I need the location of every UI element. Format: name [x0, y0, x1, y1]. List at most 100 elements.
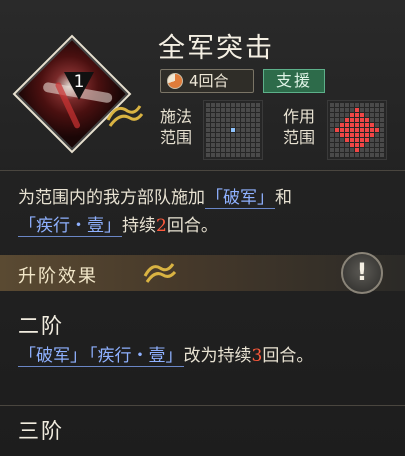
range-cell — [380, 123, 384, 127]
range-cell — [221, 133, 225, 137]
range-cell — [365, 148, 369, 152]
range-cell — [370, 143, 374, 147]
desc-text: 为范围内的我方部队施加 — [18, 188, 205, 208]
range-cell — [380, 133, 384, 137]
range-cell — [206, 103, 210, 107]
range-cell — [246, 108, 250, 112]
range-cell — [241, 103, 245, 107]
range-cell — [216, 128, 220, 132]
range-cell — [251, 123, 255, 127]
range-cell — [206, 148, 210, 152]
range-cell — [335, 138, 339, 142]
range-cell — [216, 103, 220, 107]
range-cell — [231, 108, 235, 112]
range-cell — [365, 143, 369, 147]
range-cell — [246, 133, 250, 137]
buff-link-pojun[interactable]: 「破军」 — [18, 346, 88, 367]
range-cell — [221, 113, 225, 117]
range-cell — [350, 113, 354, 117]
range-cell — [350, 148, 354, 152]
desc-text: 持续 — [122, 216, 156, 236]
range-cell — [330, 123, 334, 127]
range-cell — [365, 138, 369, 142]
buff-link-pojun[interactable]: 「破军」 — [205, 188, 275, 209]
range-cell — [251, 153, 255, 157]
range-cell — [380, 128, 384, 132]
range-cell — [241, 148, 245, 152]
range-cell — [241, 113, 245, 117]
range-cell — [360, 148, 364, 152]
range-cell — [226, 103, 230, 107]
desc-text: 回合。 — [166, 216, 218, 236]
stage-2-description: 「破军」 「疾行・壹」改为持续3回合。 — [18, 342, 394, 370]
range-cell — [251, 138, 255, 142]
range-cell — [355, 153, 359, 157]
range-cell — [211, 103, 215, 107]
range-cell — [360, 133, 364, 137]
range-cell — [365, 103, 369, 107]
range-cell — [375, 148, 379, 152]
range-cell — [236, 123, 240, 127]
range-cell — [246, 143, 250, 147]
range-cell — [370, 138, 374, 142]
range-cell — [211, 138, 215, 142]
range-cell — [355, 123, 359, 127]
range-cell — [340, 103, 344, 107]
range-cell — [365, 128, 369, 132]
range-cell — [246, 138, 250, 142]
range-cell — [350, 123, 354, 127]
range-cell — [216, 138, 220, 142]
range-cell — [251, 113, 255, 117]
range-cell — [256, 133, 260, 137]
range-cell — [256, 148, 260, 152]
range-cell — [330, 128, 334, 132]
range-cell — [350, 118, 354, 122]
range-cell — [216, 108, 220, 112]
range-cell — [241, 108, 245, 112]
range-cell — [340, 123, 344, 127]
range-cell — [221, 138, 225, 142]
range-cell — [375, 113, 379, 117]
range-cell — [226, 138, 230, 142]
range-cell — [211, 148, 215, 152]
range-cell — [231, 133, 235, 137]
range-cell — [236, 128, 240, 132]
range-cell — [360, 143, 364, 147]
range-cell — [340, 108, 344, 112]
range-cell — [246, 118, 250, 122]
range-cell — [251, 128, 255, 132]
range-cell — [206, 128, 210, 132]
buff-link-jixing[interactable]: 「疾行・壹」 — [88, 346, 184, 367]
range-cell — [216, 123, 220, 127]
range-cell — [330, 108, 334, 112]
duration-number: 3 — [251, 346, 263, 366]
range-cell — [365, 108, 369, 112]
range-cell — [355, 103, 359, 107]
range-cell — [206, 113, 210, 117]
range-cell — [335, 128, 339, 132]
range-cell — [365, 123, 369, 127]
info-alert-button[interactable]: ! — [341, 252, 383, 294]
range-cell — [355, 138, 359, 142]
range-cell — [251, 108, 255, 112]
range-cell — [335, 148, 339, 152]
desc-text: 和 — [275, 188, 292, 208]
range-cell — [226, 148, 230, 152]
range-cell — [330, 143, 334, 147]
range-cell — [246, 103, 250, 107]
turns-badge: 4回合 — [160, 69, 254, 93]
range-cell — [360, 138, 364, 142]
range-cell — [221, 128, 225, 132]
skill-portrait-image — [12, 34, 132, 154]
range-cell — [355, 133, 359, 137]
buff-link-jixing[interactable]: 「疾行・壹」 — [18, 216, 122, 237]
range-cell — [335, 153, 339, 157]
range-cell — [206, 153, 210, 157]
range-cell — [246, 128, 250, 132]
range-cell — [370, 153, 374, 157]
skill-title: 全军突击 — [158, 33, 274, 64]
range-cell — [375, 118, 379, 122]
range-cell — [221, 103, 225, 107]
range-cell — [360, 118, 364, 122]
range-cell — [350, 138, 354, 142]
